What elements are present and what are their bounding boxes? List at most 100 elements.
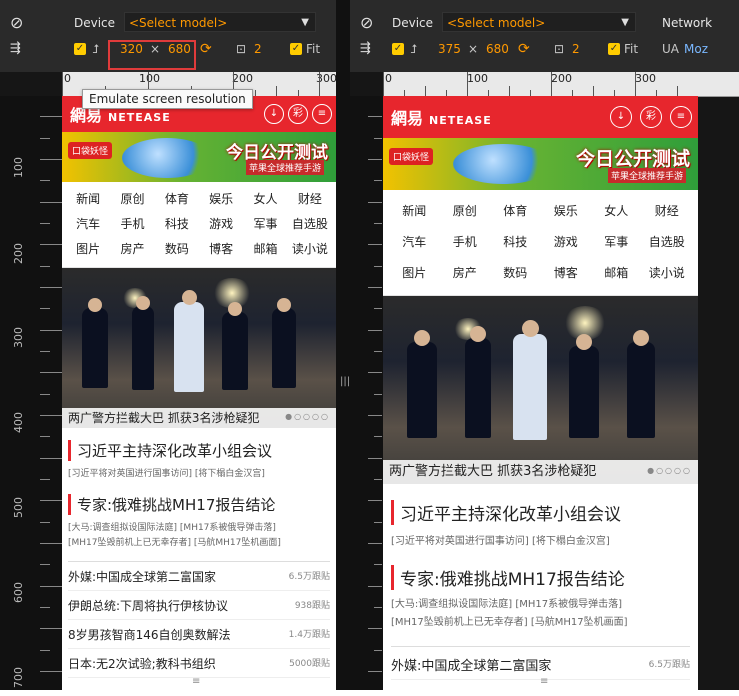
download-icon[interactable]: ↓ bbox=[264, 104, 284, 124]
network-label: Network bbox=[662, 16, 713, 30]
vertical-ruler bbox=[350, 96, 383, 690]
nav-item[interactable]: 军事 bbox=[243, 215, 287, 232]
headline-photo[interactable]: 两广警方拦截大巴 抓获3名涉枪疑犯 ●○○○○ bbox=[383, 296, 698, 484]
ruler-label: 200 bbox=[551, 72, 572, 85]
nav-item[interactable]: 娱乐 bbox=[199, 190, 243, 207]
nav-item[interactable]: 邮箱 bbox=[591, 264, 642, 281]
device-pixel-ratio-value[interactable]: 2 bbox=[254, 38, 262, 60]
swap-dimensions-icon[interactable]: ⮥ bbox=[92, 38, 99, 60]
ruler-label: 300 bbox=[635, 72, 656, 85]
nav-item[interactable]: 女人 bbox=[243, 190, 287, 207]
related-links[interactable]: [习近平将对英国进行国事访问] [将下榻白金汉宫] bbox=[68, 467, 330, 482]
menu-icon[interactable]: ≡ bbox=[670, 106, 692, 128]
headline-link[interactable]: 习近平主持深化改革小组会议 bbox=[391, 500, 690, 525]
nav-item[interactable]: 科技 bbox=[490, 233, 541, 250]
no-entry-icon[interactable]: ⊘ bbox=[10, 12, 23, 34]
ruler-label: 400 bbox=[12, 412, 25, 433]
list-item[interactable]: 日本:无2次试验;教科书组织 5000跟贴 bbox=[68, 649, 330, 678]
game-banner[interactable]: 口袋妖怪 今日公开测试 苹果全球推荐手游 bbox=[383, 138, 698, 190]
nav-item[interactable]: 新闻 bbox=[389, 202, 440, 219]
nav-item[interactable]: 游戏 bbox=[199, 215, 243, 232]
ruler-label: 100 bbox=[139, 72, 160, 85]
nav-item[interactable]: 数码 bbox=[155, 240, 199, 257]
media-query-icon[interactable]: ⇶ bbox=[360, 38, 371, 60]
nav-item[interactable]: 体育 bbox=[155, 190, 199, 207]
related-links[interactable]: [MH17坠毁前机上已无幸存者] [马航MH17坠机画面] bbox=[68, 536, 330, 551]
list-item[interactable]: 8岁男孩智商146自创奥数解法 1.4万跟贴 bbox=[68, 620, 330, 649]
nav-item[interactable]: 科技 bbox=[155, 215, 199, 232]
nav-item[interactable]: 房产 bbox=[110, 240, 154, 257]
device-pixel-ratio-icon[interactable]: ⊡ bbox=[236, 38, 246, 60]
height-field[interactable]: 680 bbox=[486, 38, 509, 60]
carousel-dots[interactable]: ●○○○○ bbox=[647, 466, 692, 475]
resize-handle-icon[interactable]: ≡ bbox=[192, 676, 200, 687]
resolution-checkbox[interactable]: ✓ bbox=[392, 43, 404, 55]
fit-label: Fit bbox=[624, 42, 639, 56]
nav-item[interactable]: 军事 bbox=[591, 233, 642, 250]
media-query-icon[interactable]: ⇶ bbox=[10, 38, 21, 60]
nav-item[interactable]: 游戏 bbox=[541, 233, 592, 250]
nav-item[interactable]: 数码 bbox=[490, 264, 541, 281]
tooltip: Emulate screen resolution bbox=[82, 89, 253, 109]
nav-item[interactable]: 手机 bbox=[110, 215, 154, 232]
nav-item[interactable]: 读小说 bbox=[288, 240, 332, 257]
nav-item[interactable]: 汽车 bbox=[389, 233, 440, 250]
nav-item[interactable]: 财经 bbox=[642, 202, 693, 219]
related-links[interactable]: [习近平将对英国进行国事访问] [将下榻白金汉宫] bbox=[391, 533, 690, 551]
banner-game-logo: 口袋妖怪 bbox=[389, 148, 434, 165]
device-model-select[interactable]: <Select model> ▼ bbox=[442, 12, 636, 32]
nav-item[interactable]: 体育 bbox=[490, 202, 541, 219]
ua-value[interactable]: Moz bbox=[684, 38, 708, 60]
nav-item[interactable]: 手机 bbox=[440, 233, 491, 250]
pane-splitter[interactable]: ||| bbox=[336, 0, 350, 690]
nav-item[interactable]: 博客 bbox=[541, 264, 592, 281]
nav-item[interactable]: 读小说 bbox=[642, 264, 693, 281]
carousel-dots[interactable]: ●○○○○ bbox=[285, 412, 330, 421]
headline-link[interactable]: 专家:俄难挑战MH17报告结论 bbox=[391, 565, 690, 590]
banner-subtitle: 苹果全球推荐手游 bbox=[245, 160, 324, 175]
related-links[interactable]: [大马:调查组拟设国际法庭] [MH17系被俄导弹击落] bbox=[68, 521, 330, 536]
nav-item[interactable]: 娱乐 bbox=[541, 202, 592, 219]
nav-item[interactable]: 图片 bbox=[66, 240, 110, 257]
list-item[interactable]: 外媒:中国成全球第二富国家 6.5万跟贴 bbox=[68, 562, 330, 591]
game-banner[interactable]: 口袋妖怪 今日公开测试 苹果全球推荐手游 bbox=[62, 132, 336, 182]
banner-subtitle: 苹果全球推荐手游 bbox=[607, 168, 686, 183]
nav-item[interactable]: 邮箱 bbox=[243, 240, 287, 257]
related-links[interactable]: [MH17坠毁前机上已无幸存者] [马航MH17坠机画面] bbox=[391, 614, 690, 632]
list-item[interactable]: 伊朗总统:下周将执行伊核协议 938跟贴 bbox=[68, 591, 330, 620]
nav-item[interactable]: 博客 bbox=[199, 240, 243, 257]
dragon-illustration bbox=[122, 138, 212, 178]
headline-link[interactable]: 习近平主持深化改革小组会议 bbox=[68, 440, 330, 461]
nav-item[interactable]: 自选股 bbox=[642, 233, 693, 250]
device-model-select[interactable]: <Select model> ▼ bbox=[124, 12, 316, 32]
nav-item[interactable]: 自选股 bbox=[288, 215, 332, 232]
nav-item[interactable]: 财经 bbox=[288, 190, 332, 207]
nav-item[interactable]: 原创 bbox=[110, 190, 154, 207]
resize-handle-icon[interactable]: ≡ bbox=[540, 676, 548, 687]
width-field[interactable]: 375 bbox=[438, 38, 461, 60]
nav-item[interactable]: 图片 bbox=[389, 264, 440, 281]
device-pixel-ratio-value[interactable]: 2 bbox=[572, 38, 580, 60]
related-links[interactable]: [大马:调查组拟设国际法庭] [MH17系被俄导弹击落] bbox=[391, 596, 690, 614]
no-entry-icon[interactable]: ⊘ bbox=[360, 12, 373, 34]
headline-photo[interactable]: 两广警方拦截大巴 抓获3名涉枪疑犯 ●○○○○ bbox=[62, 268, 336, 428]
download-icon[interactable]: ↓ bbox=[610, 106, 632, 128]
fit-checkbox[interactable]: ✓ bbox=[608, 43, 620, 55]
nav-item[interactable]: 汽车 bbox=[66, 215, 110, 232]
resolution-checkbox[interactable]: ✓ bbox=[74, 43, 86, 55]
nav-item[interactable]: 女人 bbox=[591, 202, 642, 219]
nav-item[interactable]: 原创 bbox=[440, 202, 491, 219]
nav-item[interactable]: 新闻 bbox=[66, 190, 110, 207]
rotate-icon[interactable]: ⟳ bbox=[200, 38, 212, 60]
netease-logo[interactable]: 網易 NETEASE bbox=[391, 105, 492, 129]
swap-dimensions-icon[interactable]: ⮥ bbox=[410, 38, 417, 60]
lottery-icon[interactable]: 彩 bbox=[640, 106, 662, 128]
devtools-pane-left: ⊘ Device <Select model> ▼ ⇶ ✓ ⮥ 320 × 68… bbox=[0, 0, 337, 690]
nav-item[interactable]: 房产 bbox=[440, 264, 491, 281]
menu-icon[interactable]: ≡ bbox=[312, 104, 332, 124]
device-pixel-ratio-icon[interactable]: ⊡ bbox=[554, 38, 564, 60]
rotate-icon[interactable]: ⟳ bbox=[518, 38, 530, 60]
fit-checkbox[interactable]: ✓ bbox=[290, 43, 302, 55]
lottery-icon[interactable]: 彩 bbox=[288, 104, 308, 124]
headline-link[interactable]: 专家:俄难挑战MH17报告结论 bbox=[68, 494, 330, 515]
